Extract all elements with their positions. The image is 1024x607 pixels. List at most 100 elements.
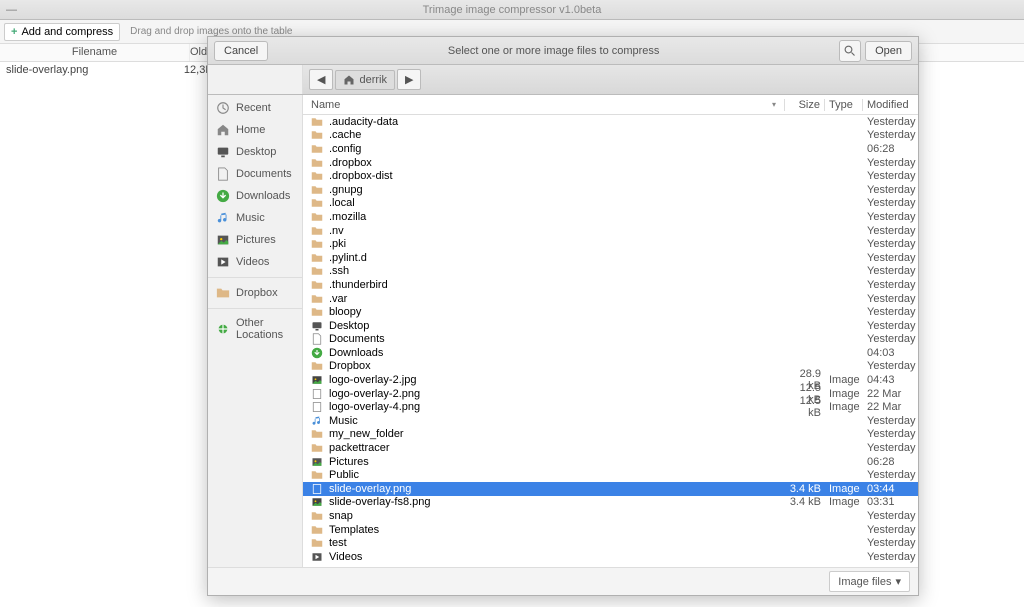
breadcrumb-label: derrik: [359, 74, 387, 86]
sidebar-item-videos[interactable]: Videos: [208, 251, 302, 273]
file-modified: 22 Mar: [863, 388, 918, 400]
home-icon: [343, 74, 355, 86]
home-icon: [216, 123, 230, 137]
file-row[interactable]: logo-overlay-2.jpg28.9 kBImage04:43: [303, 373, 918, 387]
file-size: 3.4 kB: [785, 496, 825, 508]
file-row[interactable]: slide-overlay.png3.4 kBImage03:44: [303, 482, 918, 496]
sidebar-item-label: Downloads: [236, 190, 290, 202]
sidebar-item-recent[interactable]: Recent: [208, 97, 302, 119]
file-row[interactable]: VideosYesterday: [303, 550, 918, 564]
file-row[interactable]: Pictures06:28: [303, 455, 918, 469]
sidebar-item-music[interactable]: Music: [208, 207, 302, 229]
file-row[interactable]: bloopyYesterday: [303, 305, 918, 319]
file-modified: 04:43: [863, 374, 918, 386]
file-row[interactable]: .config06:28: [303, 142, 918, 156]
nav-back-button[interactable]: ◀: [309, 69, 333, 90]
file-row[interactable]: my_new_folderYesterday: [303, 428, 918, 442]
col-filename[interactable]: Filename: [0, 44, 190, 61]
file-row[interactable]: Downloads04:03: [303, 346, 918, 360]
file-row[interactable]: .localYesterday: [303, 197, 918, 211]
sidebar-item-documents[interactable]: Documents: [208, 163, 302, 185]
file-modified: Yesterday: [863, 279, 918, 291]
folder-icon: [311, 238, 323, 250]
file-row[interactable]: MusicYesterday: [303, 414, 918, 428]
file-row[interactable]: DocumentsYesterday: [303, 333, 918, 347]
folder-icon: [311, 225, 323, 237]
image-icon: [311, 496, 323, 508]
file-row[interactable]: .mozillaYesterday: [303, 210, 918, 224]
file-name: slide-overlay-fs8.png: [329, 496, 431, 508]
window-minimize[interactable]: —: [6, 4, 17, 16]
sidebar-item-pictures[interactable]: Pictures: [208, 229, 302, 251]
sidebar-item-label: Home: [236, 124, 265, 136]
sidebar-item-home[interactable]: Home: [208, 119, 302, 141]
sidebar-item-label: Recent: [236, 102, 271, 114]
sort-indicator-icon: ▾: [772, 100, 776, 109]
file-row[interactable]: .gnupgYesterday: [303, 183, 918, 197]
file-row[interactable]: .cacheYesterday: [303, 129, 918, 143]
file-modified: Yesterday: [863, 225, 918, 237]
file-row[interactable]: .dropbox-distYesterday: [303, 169, 918, 183]
breadcrumb-home[interactable]: derrik: [335, 70, 395, 90]
file-modified: Yesterday: [863, 442, 918, 454]
other-icon: [216, 322, 230, 336]
folder-icon: [311, 157, 323, 169]
file-name: .pki: [329, 238, 346, 250]
folder-icon: [311, 129, 323, 141]
file-row[interactable]: testYesterday: [303, 536, 918, 550]
col-modified[interactable]: Modified: [863, 99, 918, 111]
file-row[interactable]: PublicYesterday: [303, 468, 918, 482]
imageblank-icon: [311, 483, 323, 495]
window-title: Trimage image compressor v1.0beta: [423, 4, 602, 16]
col-size[interactable]: Size: [785, 99, 825, 111]
add-compress-button[interactable]: + Add and compress: [4, 23, 120, 41]
dialog-footer: Image files ▾: [208, 567, 918, 595]
file-row[interactable]: DesktopYesterday: [303, 319, 918, 333]
places-sidebar: Recent Home DesktopDocuments Downloads Music…: [208, 95, 303, 567]
col-name[interactable]: Name▾: [303, 99, 785, 111]
file-row[interactable]: .thunderbirdYesterday: [303, 278, 918, 292]
file-filter-dropdown[interactable]: Image files ▾: [829, 571, 910, 592]
cancel-button[interactable]: Cancel: [214, 41, 268, 61]
file-row[interactable]: .audacity-dataYesterday: [303, 115, 918, 129]
folder-icon: [311, 184, 323, 196]
sidebar-item-downloads[interactable]: Downloads: [208, 185, 302, 207]
file-modified: Yesterday: [863, 537, 918, 549]
file-row[interactable]: .sshYesterday: [303, 265, 918, 279]
folder-icon: [311, 116, 323, 128]
file-row[interactable]: slide-overlay-fs8.png3.4 kBImage03:31: [303, 496, 918, 510]
recent-icon: [216, 101, 230, 115]
sidebar-item-desktop[interactable]: Desktop: [208, 141, 302, 163]
file-row[interactable]: .nvYesterday: [303, 224, 918, 238]
file-modified: Yesterday: [863, 293, 918, 305]
search-icon: [844, 45, 856, 57]
file-name: logo-overlay-4.png: [329, 401, 420, 413]
file-row[interactable]: logo-overlay-2.png12.5 kBImage22 Mar: [303, 387, 918, 401]
desktop-icon: [216, 145, 230, 159]
folder-icon: [216, 286, 230, 300]
file-name: Pictures: [329, 456, 369, 468]
sidebar-item-other-locations[interactable]: Other Locations: [208, 313, 302, 345]
file-row[interactable]: TemplatesYesterday: [303, 523, 918, 537]
file-list[interactable]: .audacity-dataYesterday.cacheYesterday.c…: [303, 115, 918, 567]
search-button[interactable]: [839, 40, 861, 62]
file-modified: 06:28: [863, 143, 918, 155]
file-row[interactable]: .varYesterday: [303, 292, 918, 306]
file-modified: Yesterday: [863, 252, 918, 264]
dialog-title: Select one or more image files to compre…: [268, 45, 839, 57]
file-modified: 03:31: [863, 496, 918, 508]
file-row[interactable]: logo-overlay-4.png12.5 kBImage22 Mar: [303, 400, 918, 414]
open-button[interactable]: Open: [865, 41, 912, 61]
file-row[interactable]: .pkiYesterday: [303, 237, 918, 251]
file-name: Templates: [329, 524, 379, 536]
col-type[interactable]: Type: [825, 99, 863, 111]
file-row[interactable]: DropboxYesterday: [303, 360, 918, 374]
file-row[interactable]: .pylint.dYesterday: [303, 251, 918, 265]
file-row[interactable]: .dropboxYesterday: [303, 156, 918, 170]
nav-forward-button[interactable]: ▶: [397, 69, 421, 90]
file-name: .ssh: [329, 265, 349, 277]
file-type: Image: [825, 401, 863, 413]
file-row[interactable]: packettracerYesterday: [303, 441, 918, 455]
sidebar-item-dropbox[interactable]: Dropbox: [208, 282, 302, 304]
file-row[interactable]: snapYesterday: [303, 509, 918, 523]
